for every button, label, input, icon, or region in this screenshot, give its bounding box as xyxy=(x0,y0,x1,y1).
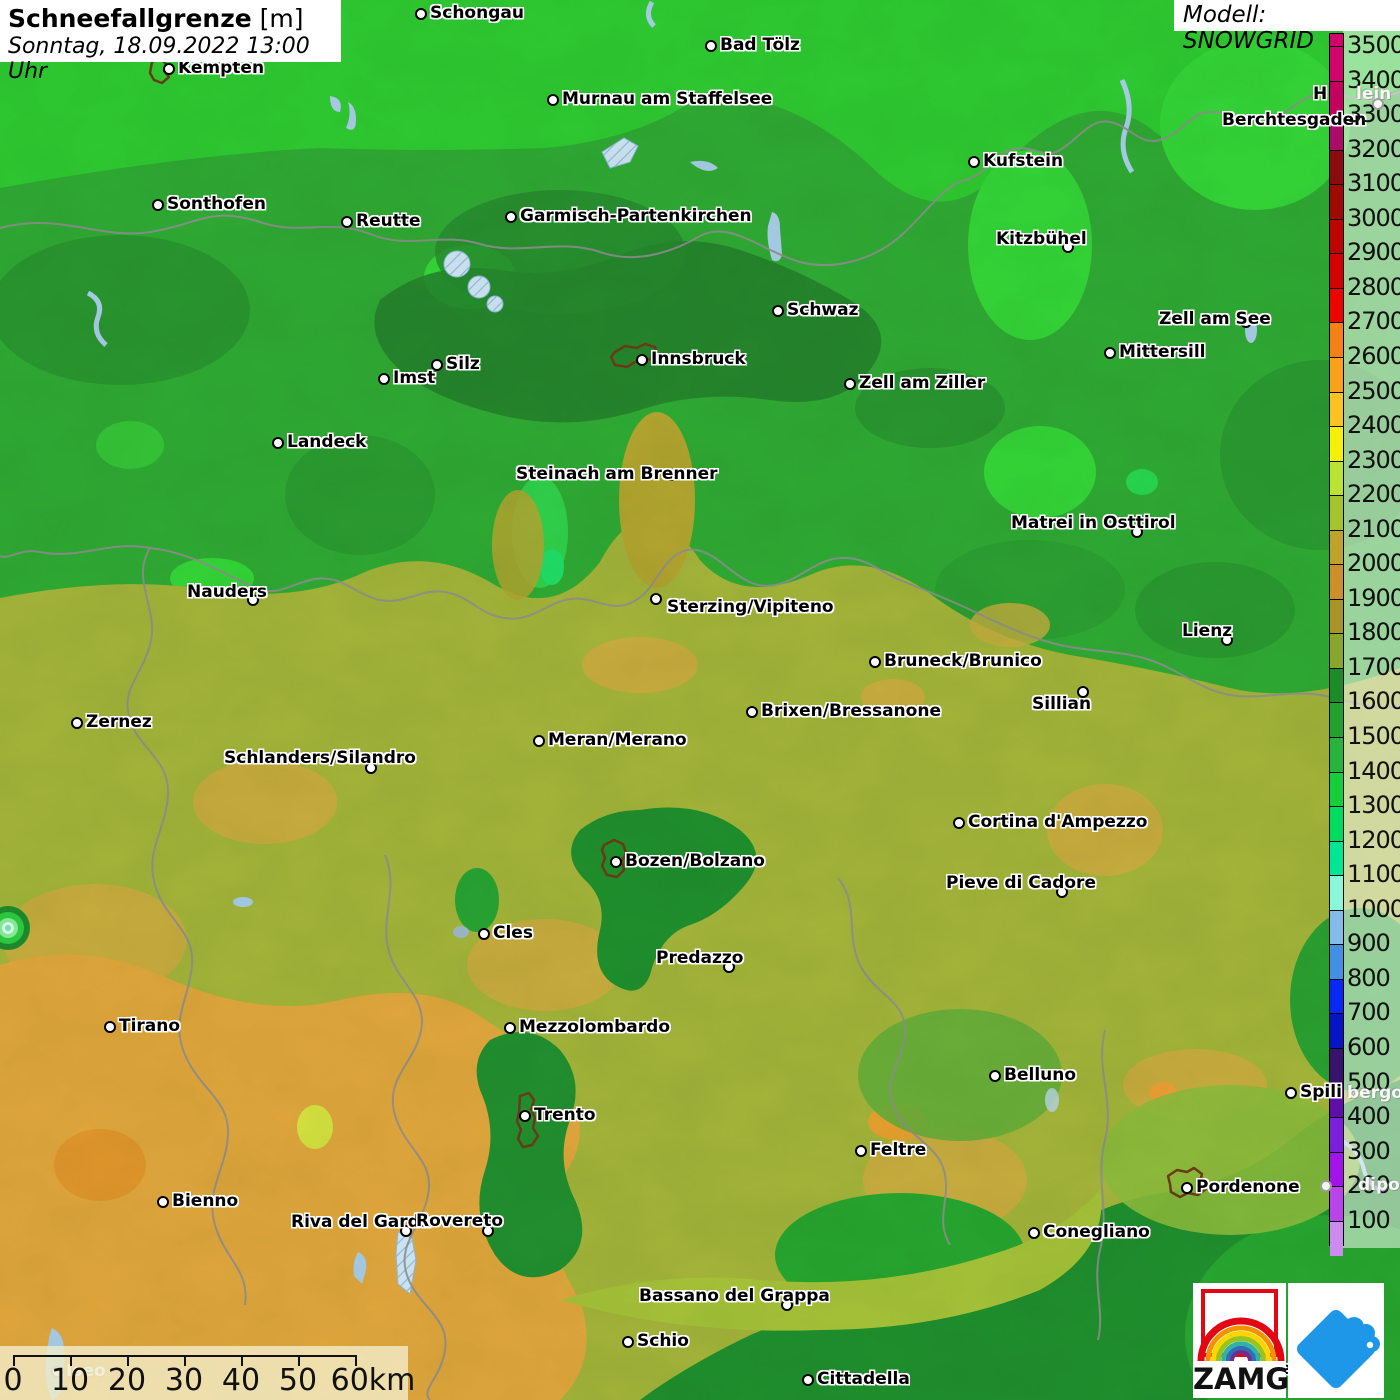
scalebar-number: 60km xyxy=(330,1363,416,1398)
scalebar-number: 10 xyxy=(50,1363,90,1398)
scalebar-number: 30 xyxy=(164,1363,204,1398)
page-title: Schneefallgrenze [m] xyxy=(8,4,341,33)
weather-map-page: 3500 3400 3300 3200 3100 3000 2900 2800 2700 2600… xyxy=(0,0,1400,1400)
scalebar-number: 0 xyxy=(3,1363,23,1398)
scalebar-number: 20 xyxy=(107,1363,147,1398)
faded-city-label: bergo xyxy=(1347,1083,1400,1103)
model-label: Modell: SNOWGRID xyxy=(1174,0,1400,54)
faded-city-dot xyxy=(1371,97,1384,110)
faded-label-layer: leinbergodipoIseo xyxy=(0,0,1400,1400)
mountain-cloud-icon xyxy=(1297,1310,1380,1388)
title-box: Schneefallgrenze [m] Sonntag, 18.09.2022… xyxy=(0,0,341,84)
partner-logo xyxy=(1288,1283,1384,1398)
zamg-logo: ZAMG xyxy=(1193,1283,1290,1398)
distance-scalebar: 0 10 20 30 40 50 60km xyxy=(0,1346,415,1400)
title-unit: [m] xyxy=(259,4,304,33)
rainbow-arc xyxy=(1230,1350,1252,1362)
scalebar-number: 40 xyxy=(221,1363,261,1398)
zamg-rainbow-icon xyxy=(1197,1317,1285,1362)
scalebar-number: 50 xyxy=(278,1363,318,1398)
title-datetime: Sonntag, 18.09.2022 13:00 Uhr xyxy=(8,34,310,84)
faded-city-label: dipo xyxy=(1358,1175,1400,1195)
zamg-logo-text: ZAMG xyxy=(1193,1362,1290,1396)
title-parameter: Schneefallgrenze xyxy=(8,4,252,33)
faded-city-dot xyxy=(1319,1179,1332,1192)
